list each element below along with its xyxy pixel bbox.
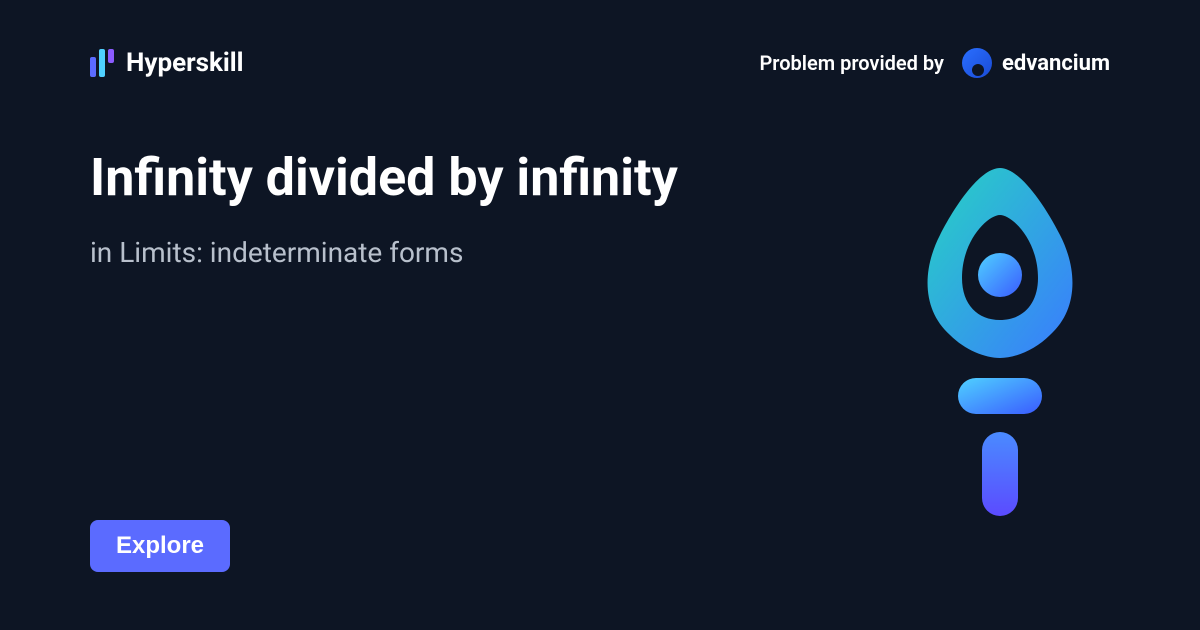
header: Hyperskill Problem provided by edvancium xyxy=(0,0,1200,78)
provider-label: Problem provided by xyxy=(759,51,944,75)
provider-logo: edvancium xyxy=(962,48,1110,78)
edvancium-circle-icon xyxy=(962,48,992,78)
hyperskill-brand-text: Hyperskill xyxy=(126,48,244,78)
provider-block: Problem provided by edvancium xyxy=(759,48,1110,78)
torch-pen-icon xyxy=(910,160,1090,520)
hyperskill-logo: Hyperskill xyxy=(90,48,244,78)
hyperskill-bars-icon xyxy=(90,49,114,77)
explore-button[interactable]: Explore xyxy=(90,520,230,572)
provider-name: edvancium xyxy=(1002,51,1110,76)
page-title: Infinity divided by infinity xyxy=(90,148,810,208)
